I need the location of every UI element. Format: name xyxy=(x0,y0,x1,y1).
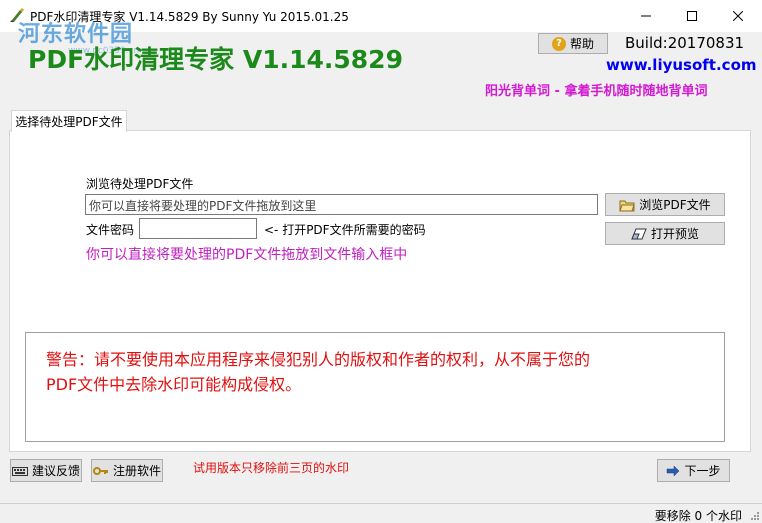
open-preview-button[interactable]: 打开预览 xyxy=(605,222,725,245)
promo-link[interactable]: 阳光背单词 - 拿着手机随时随地背单词 xyxy=(485,80,707,99)
warning-line-2: PDF文件中去除水印可能构成侵权。 xyxy=(46,375,302,394)
key-icon xyxy=(92,466,108,475)
website-link[interactable]: www.liyusoft.com xyxy=(606,56,757,74)
arrow-right-icon xyxy=(667,464,680,477)
open-preview-button-label: 打开预览 xyxy=(650,227,699,241)
browse-pdf-button[interactable]: 浏览PDF文件 xyxy=(605,193,725,216)
file-path-input[interactable]: 你可以直接将要处理的PDF文件拖放到这里 xyxy=(85,194,598,215)
feedback-button[interactable]: 建议反馈 xyxy=(10,459,82,482)
next-button[interactable]: 下一步 xyxy=(657,459,730,482)
close-button[interactable] xyxy=(715,0,761,32)
minimize-button[interactable] xyxy=(623,0,669,32)
register-button[interactable]: 注册软件 xyxy=(91,459,163,482)
close-icon xyxy=(733,11,743,21)
browse-label: 浏览待处理PDF文件 xyxy=(86,177,194,191)
app-heading: PDF水印清理专家 V1.14.5829 xyxy=(28,45,403,74)
eraser-icon xyxy=(631,228,647,239)
help-button-label: 帮助 xyxy=(569,37,594,51)
register-button-label: 注册软件 xyxy=(112,464,161,478)
next-button-label: 下一步 xyxy=(684,464,721,478)
help-button[interactable]: ? 帮助 xyxy=(538,33,608,54)
keyboard-icon xyxy=(11,466,28,476)
status-text: 要移除 0 个水印 xyxy=(654,509,742,523)
warning-line-1: 警告：请不要使用本应用程序来侵犯别人的版权和作者的权利，从不属于您的 xyxy=(46,350,591,369)
warning-box: 警告：请不要使用本应用程序来侵犯别人的版权和作者的权利，从不属于您的 PDF文件… xyxy=(25,332,725,442)
status-bar: 要移除 0 个水印 xyxy=(0,503,762,523)
feedback-button-label: 建议反馈 xyxy=(31,464,80,478)
drag-drop-hint: 你可以直接将要处理的PDF文件拖放到文件输入框中 xyxy=(86,247,408,263)
password-hint: <- 打开PDF文件所需要的密码 xyxy=(264,223,426,237)
tab-select-pdf[interactable]: 选择待处理PDF文件 xyxy=(11,110,127,132)
browse-pdf-button-label: 浏览PDF文件 xyxy=(639,198,711,212)
help-icon: ? xyxy=(551,36,566,51)
password-input[interactable] xyxy=(139,218,257,239)
maximize-button[interactable] xyxy=(669,0,715,32)
trial-notice: 试用版本只移除前三页的水印 xyxy=(193,461,350,475)
maximize-icon xyxy=(687,11,697,21)
folder-icon xyxy=(619,200,635,211)
password-label: 文件密码 xyxy=(86,223,135,237)
minimize-icon xyxy=(641,15,651,17)
resize-grip-icon[interactable] xyxy=(750,511,760,521)
build-number: Build:20170831 xyxy=(625,34,745,52)
